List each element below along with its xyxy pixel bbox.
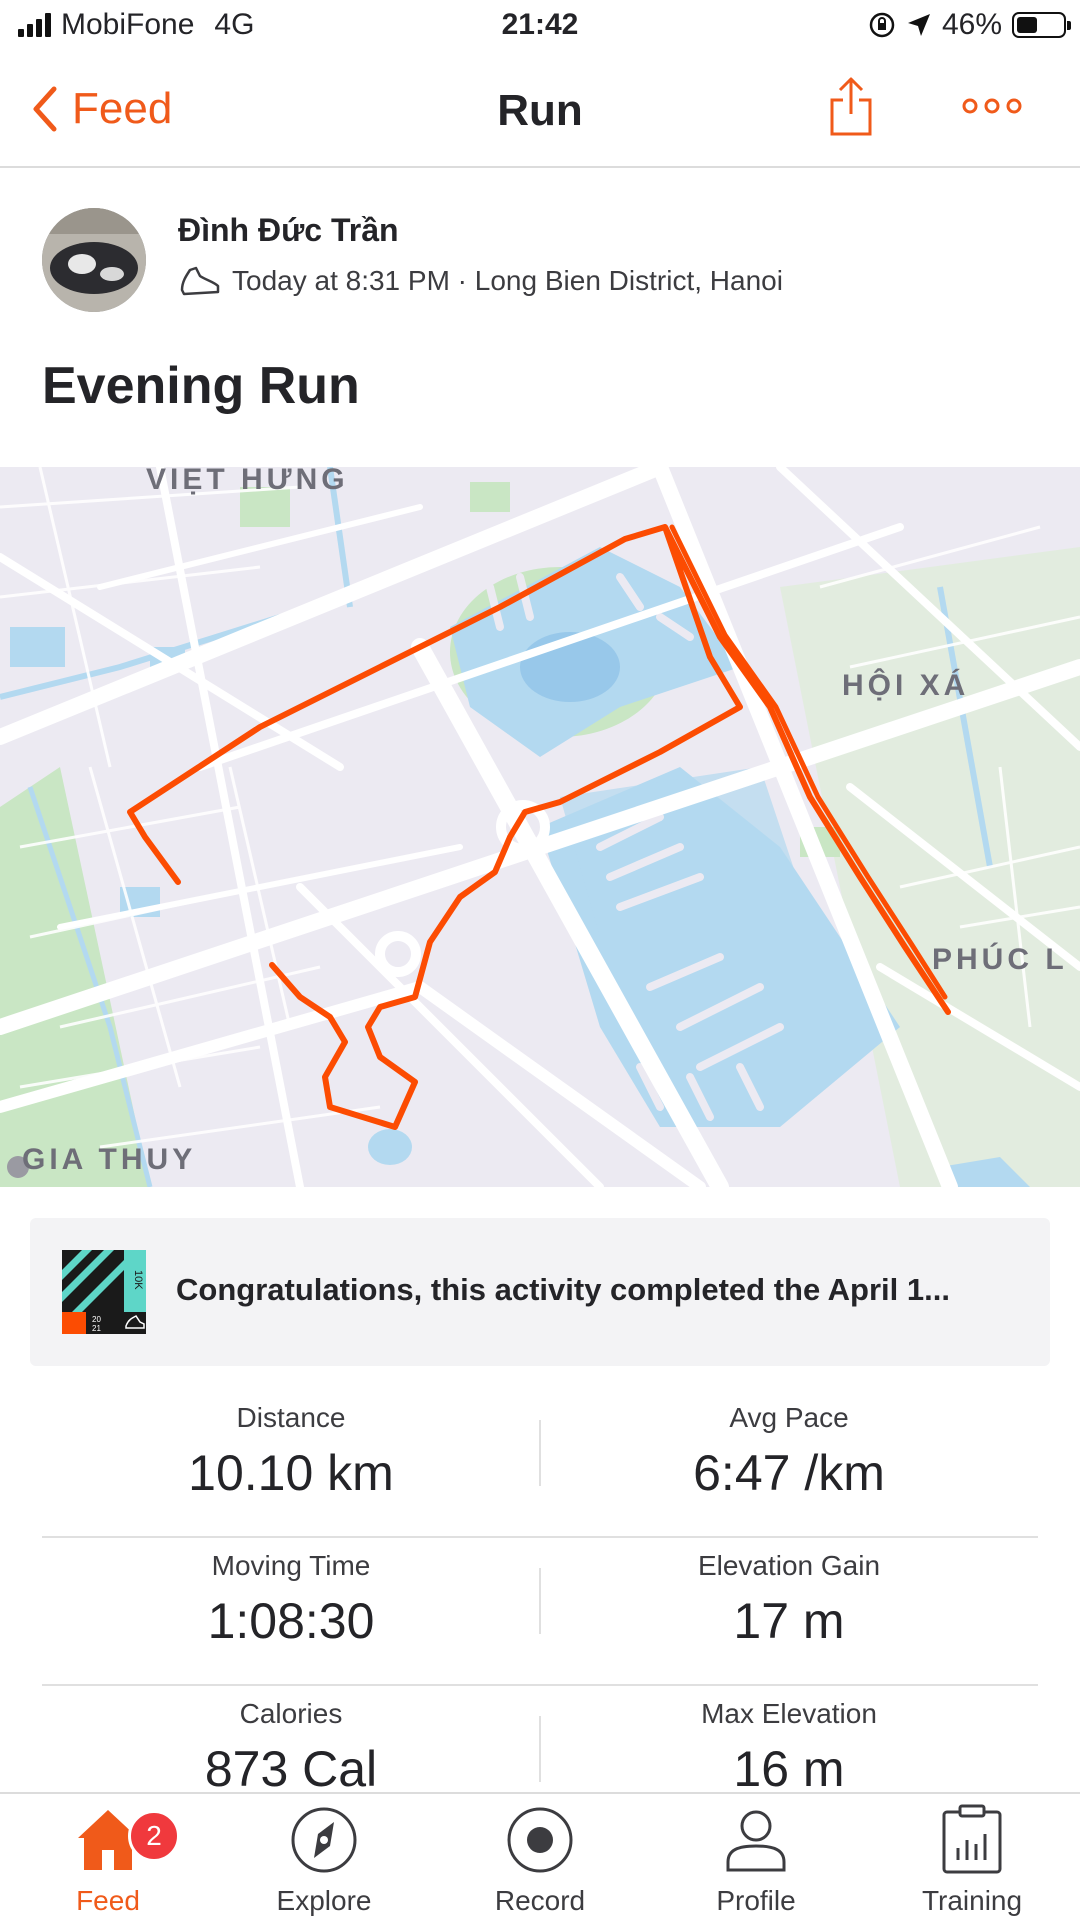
- tab-label: Explore: [276, 1885, 372, 1916]
- map-label-gia-thuy: GIA THUY: [22, 1143, 197, 1176]
- badge-10k-label: 10K: [132, 1270, 144, 1290]
- share-button[interactable]: [828, 76, 874, 143]
- badge-year-top: 20: [92, 1315, 101, 1324]
- training-icon: [942, 1804, 1002, 1874]
- record-icon: [507, 1807, 573, 1873]
- tab-record[interactable]: Record: [432, 1804, 648, 1917]
- share-icon: [830, 77, 872, 136]
- tab-label: Record: [494, 1885, 586, 1916]
- stat-max-elevation: Max Elevation 16 m: [540, 1698, 1038, 1798]
- activity-meta-text: Today at 8:31 PM · Long Bien District, H…: [232, 265, 783, 296]
- stat-avg-pace: Avg Pace 6:47 /km: [540, 1402, 1038, 1502]
- stat-value: 6:47 /km: [693, 1445, 885, 1501]
- stat-label: Calories: [239, 1698, 343, 1729]
- page-title: Run: [497, 86, 583, 135]
- challenge-badge-icon: 10K 20 21: [62, 1250, 146, 1334]
- route-map[interactable]: VIỆT HƯNG HỘI XÁ PHÚC L GIA THUY: [0, 467, 1080, 1187]
- stats-row: Moving Time 1:08:30 Elevation Gain 17 m: [42, 1538, 1038, 1686]
- map-label-hoi-xa: HỘI XÁ: [842, 669, 970, 702]
- activity-title: Evening Run: [42, 357, 360, 415]
- stats-grid: Distance 10.10 km Avg Pace 6:47 /km Movi…: [42, 1390, 1038, 1832]
- tab-label: Training: [921, 1885, 1023, 1916]
- map-label-phuc-l: PHÚC L: [932, 943, 1068, 976]
- stat-label: Avg Pace: [729, 1402, 849, 1433]
- tab-bar: 2 Feed Explore Record Profile Training: [0, 1792, 1080, 1922]
- location-arrow-icon: [907, 14, 930, 36]
- tab-label: Profile: [716, 1885, 796, 1916]
- activity-meta: Today at 8:31 PM · Long Bien District, H…: [178, 264, 783, 298]
- stat-value: 10.10 km: [188, 1445, 394, 1501]
- stat-value: 873 Cal: [204, 1741, 378, 1797]
- stat-moving-time: Moving Time 1:08:30: [42, 1550, 540, 1650]
- badge-year-bottom: 21: [92, 1324, 101, 1333]
- stat-value: 16 m: [733, 1741, 845, 1797]
- tab-explore[interactable]: Explore: [216, 1804, 432, 1917]
- shoe-icon: [180, 266, 220, 296]
- tab-profile[interactable]: Profile: [648, 1804, 864, 1917]
- stat-distance: Distance 10.10 km: [42, 1402, 540, 1502]
- athlete-header: Đình Đức Trần Today at 8:31 PM · Long Bi…: [0, 208, 1080, 316]
- tab-label: Feed: [76, 1885, 140, 1916]
- map-graphic: [0, 467, 1080, 1187]
- stat-label: Moving Time: [211, 1550, 371, 1581]
- battery-icon: [1012, 12, 1071, 38]
- avatar[interactable]: [42, 208, 146, 312]
- athlete-name[interactable]: Đình Đức Trần: [178, 212, 399, 249]
- stats-row: Distance 10.10 km Avg Pace 6:47 /km: [42, 1390, 1038, 1538]
- status-right: 46%: [868, 8, 1071, 42]
- more-icon: [962, 98, 1022, 114]
- rotation-lock-icon: [869, 12, 895, 38]
- battery-percent: 46%: [941, 8, 1002, 41]
- stat-label: Elevation Gain: [697, 1550, 881, 1581]
- stat-elevation-gain: Elevation Gain 17 m: [540, 1550, 1038, 1650]
- nav-bar: Feed Run: [0, 60, 1080, 168]
- map-label-viet-hung: VIỆT HƯNG: [146, 467, 349, 496]
- stat-label: Max Elevation: [701, 1698, 877, 1729]
- challenge-text: Congratulations, this activity completed…: [176, 1272, 950, 1307]
- more-button[interactable]: [962, 96, 1022, 121]
- compass-icon: [291, 1807, 357, 1873]
- stat-label: Distance: [236, 1402, 346, 1433]
- status-bar: MobiFone 4G 21:42 46%: [0, 0, 1080, 58]
- challenge-banner[interactable]: 10K 20 21 Congratulations, this activity…: [30, 1218, 1050, 1366]
- stat-value: 1:08:30: [207, 1593, 375, 1649]
- tab-training[interactable]: Training: [864, 1804, 1080, 1917]
- notification-badge: 2: [128, 1810, 180, 1862]
- avatar-image: [42, 208, 146, 312]
- stat-calories: Calories 873 Cal: [42, 1698, 540, 1798]
- tab-feed[interactable]: 2 Feed: [0, 1804, 216, 1917]
- stat-value: 17 m: [733, 1593, 845, 1649]
- profile-icon: [726, 1810, 786, 1872]
